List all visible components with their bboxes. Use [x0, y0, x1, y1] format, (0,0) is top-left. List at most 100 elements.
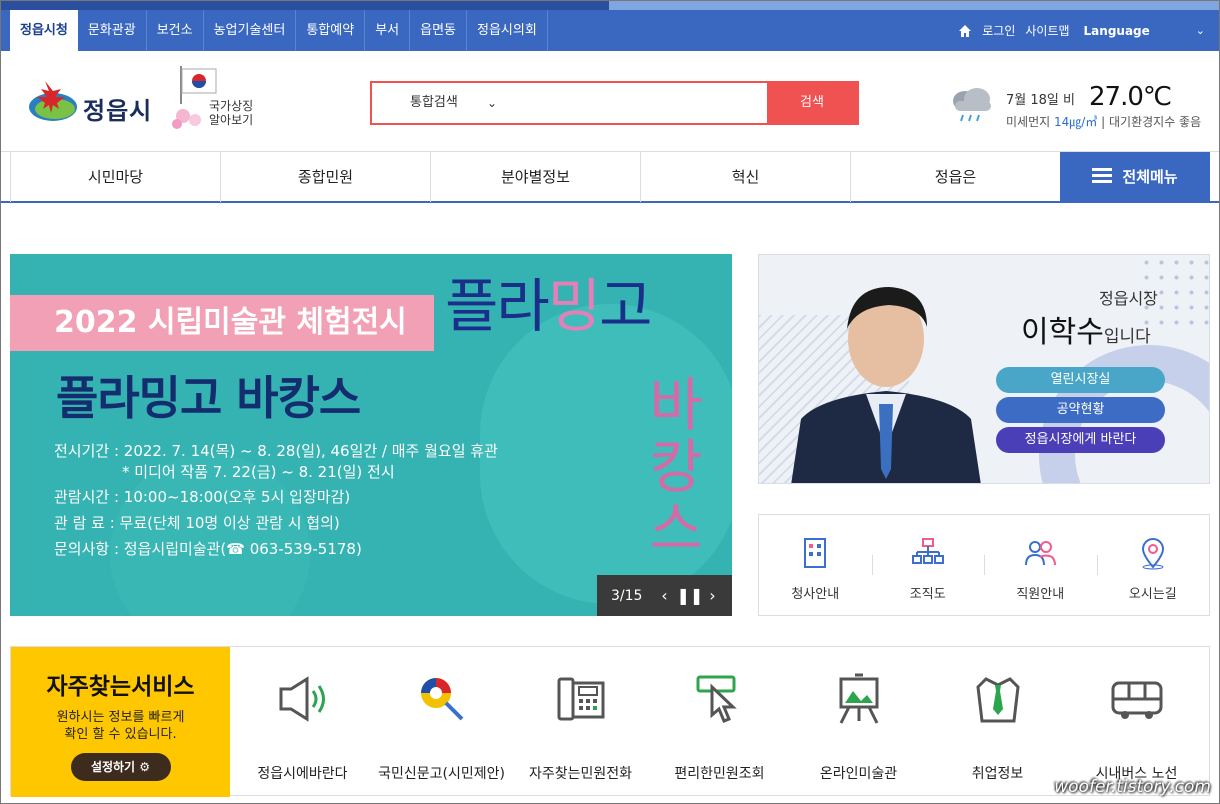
petition-drum-icon — [420, 678, 463, 721]
mayor-photo — [791, 287, 981, 483]
nav-civil-service[interactable]: 종합민원 — [220, 152, 430, 202]
all-menu-label: 전체메뉴 — [1122, 168, 1178, 186]
banner-line-media: * 미디어 작품 7. 22(금) ~ 8. 21(일) 전시 — [122, 463, 395, 481]
service-item-suggestion[interactable]: 정읍시에바란다 — [233, 647, 372, 797]
service-item-online-gallery[interactable]: 온라인미술관 — [789, 647, 928, 797]
weather-date: 7월 18일 비 — [1006, 93, 1075, 108]
chevron-right-icon[interactable]: › — [700, 586, 724, 605]
rain-cloud-icon — [953, 88, 991, 122]
slide-counter: 3/15 — [611, 587, 643, 604]
nav-citizen-square[interactable]: 시민마당 — [10, 152, 220, 202]
symbols-line-2: 알아보기 — [209, 113, 254, 127]
service-item-phone[interactable]: 자주찾는민원전화 — [511, 647, 650, 797]
weather-temperature: 27.0℃ — [1089, 82, 1172, 112]
quick-link-building[interactable]: 청사안내 — [759, 515, 872, 615]
chevron-down-icon: ⌄ — [487, 96, 498, 110]
shirt-tie-icon — [975, 677, 1020, 723]
quick-link-label: 오시는길 — [1128, 587, 1177, 602]
search-input[interactable] — [512, 83, 767, 123]
bus-icon — [1111, 681, 1162, 719]
top-bar: 정읍시청 문화관광 보건소 농업기술센터 통합예약 부서 읍면동 정읍시의회 로… — [1, 10, 1219, 51]
dust-value: 14㎍/㎥ — [1054, 115, 1098, 129]
banner-title: 플라밍고 바캉스 — [56, 371, 361, 425]
tab-towns[interactable]: 읍면동 — [410, 10, 467, 51]
chevron-down-icon[interactable]: ⌄ — [1196, 24, 1205, 37]
tab-city-council[interactable]: 정읍시의회 — [467, 10, 548, 51]
air-quality-info: 미세먼지 14㎍/㎥ | 대기환경지수 좋음 — [1006, 113, 1201, 130]
quick-link-org-chart[interactable]: 조직도 — [871, 515, 985, 615]
language-select[interactable]: Language — [1084, 24, 1150, 38]
service-label: 자주찾는민원전화 — [528, 766, 633, 782]
sitemap-link[interactable]: 사이트맵 — [1025, 22, 1069, 39]
org-chart-icon — [911, 538, 944, 564]
mayor-card: 정읍시장 이학수입니다 열린시장실 공약현황 정읍시장에게 바란다 — [758, 254, 1210, 484]
quick-links: 청사안내 조직도 직원안내 오시는길 — [758, 514, 1210, 616]
main-banner[interactable]: 2022 시립미술관 체험전시 플라밍고 바캉스 전시기간 : 2022. 7.… — [10, 254, 732, 616]
login-link[interactable]: 로그인 — [982, 22, 1015, 39]
search-scope-select[interactable]: 통합검색 ⌄ — [372, 83, 512, 123]
national-symbols-link[interactable]: 국가상징 알아보기 — [209, 99, 253, 127]
banner-line-contact: 문의사항 : 정읍시립미술관(☎ 063-539-5178) — [54, 540, 362, 558]
quick-link-staff[interactable]: 직원안내 — [984, 515, 1097, 615]
tab-jeongeup-city-hall[interactable]: 정읍시청 — [10, 10, 78, 51]
quick-link-label: 청사안내 — [791, 587, 840, 602]
gear-icon: ⚙ — [139, 760, 151, 774]
city-logo-text[interactable]: 정읍시 — [83, 91, 152, 126]
pledges-button[interactable]: 공약현황 — [996, 397, 1165, 423]
banner-art-vertical: 바 캉 스 — [649, 371, 703, 563]
service-item-jobs[interactable]: 취업정보 — [928, 647, 1067, 797]
nav-about-jeongeup[interactable]: 정읍은 — [850, 152, 1060, 202]
pause-icon[interactable]: ❚❚ — [676, 586, 703, 605]
message-to-mayor-button[interactable]: 정읍시장에게 바란다 — [996, 427, 1165, 453]
megaphone-icon — [279, 676, 325, 722]
tab-departments[interactable]: 부서 — [365, 10, 411, 51]
slider-controls: 3/15 ‹ ❚❚ › — [597, 575, 732, 616]
service-label: 정읍시에바란다 — [257, 766, 348, 782]
page: 정읍시청 문화관광 보건소 농업기술센터 통합예약 부서 읍면동 정읍시의회 로… — [0, 0, 1220, 804]
main-navigation: 시민마당 종합민원 분야별정보 혁신 정읍은 전체메뉴 — [1, 151, 1219, 203]
symbols-line-1: 국가상징 — [209, 99, 254, 113]
services-header: 자주찾는서비스 원하시는 정보를 빠르게 확인 할 수 있습니다. 설정하기 ⚙ — [11, 647, 230, 797]
search-scope-value: 통합검색 — [410, 95, 458, 110]
banner-art-title: 플라밍고 — [445, 272, 652, 340]
banner-line-fee: 관 람 료 : 무료(단체 10명 이상 관람 시 협의) — [54, 514, 340, 532]
top-stripe — [1, 1, 1219, 10]
search-button[interactable]: 검색 — [767, 83, 857, 123]
dust-label: 미세먼지 — [1006, 115, 1051, 129]
site-tabs: 정읍시청 문화관광 보건소 농업기술센터 통합예약 부서 읍면동 정읍시의회 — [10, 10, 548, 51]
quick-link-label: 조직도 — [909, 587, 946, 602]
service-label: 편리한민원조회 — [674, 766, 765, 782]
service-item-lookup[interactable]: 편리한민원조회 — [650, 647, 789, 797]
air-index: | 대기환경지수 좋음 — [1097, 115, 1202, 129]
location-pin-icon — [1141, 538, 1164, 570]
tab-agri-tech-center[interactable]: 농업기술센터 — [204, 10, 297, 51]
building-icon — [804, 538, 827, 568]
service-item-petition[interactable]: 국민신문고(시민제안) — [372, 647, 511, 797]
all-menu-button[interactable]: 전체메뉴 — [1060, 152, 1210, 202]
watermark: woofer.tistory.com — [1054, 777, 1211, 797]
tab-culture-tourism[interactable]: 문화관광 — [78, 10, 147, 51]
services-settings-button[interactable]: 설정하기 ⚙ — [70, 753, 171, 781]
banner-line-period: 전시기간 : 2022. 7. 14(목) ~ 8. 28(일), 46일간 /… — [54, 442, 498, 460]
easel-icon — [839, 673, 878, 724]
services-list: 정읍시에바란다 국민신문고(시민제안) 자주찾는민원전화 편리한민원조회 온라인… — [233, 647, 1208, 797]
home-icon[interactable] — [958, 24, 972, 38]
top-links: 로그인 사이트맵 Language ⌄ — [958, 10, 1205, 51]
banner-line-hours: 관람시간 : 10:00~18:00(오후 5시 입장마감) — [54, 488, 351, 506]
tab-health-center[interactable]: 보건소 — [147, 10, 204, 51]
chevron-left-icon[interactable]: ‹ — [652, 586, 676, 605]
mayor-name: 이학수입니다 — [1021, 315, 1151, 350]
quick-link-label: 직원안내 — [1016, 587, 1065, 602]
tab-reservation[interactable]: 통합예약 — [296, 10, 366, 51]
quick-link-directions[interactable]: 오시는길 — [1096, 515, 1210, 615]
service-label: 취업정보 — [971, 766, 1024, 782]
service-item-bus[interactable]: 시내버스 노선 — [1067, 647, 1206, 797]
open-mayor-office-button[interactable]: 열린시장실 — [996, 367, 1165, 393]
nav-innovation[interactable]: 혁신 — [640, 152, 850, 202]
banner-tag: 2022 시립미술관 체험전시 — [10, 295, 434, 351]
phone-icon — [557, 677, 604, 721]
click-cursor-icon — [696, 675, 737, 723]
nav-field-info[interactable]: 분야별정보 — [430, 152, 640, 202]
frequent-services: 자주찾는서비스 원하시는 정보를 빠르게 확인 할 수 있습니다. 설정하기 ⚙ … — [10, 646, 1210, 797]
mayor-role: 정읍시장 — [1099, 289, 1158, 308]
